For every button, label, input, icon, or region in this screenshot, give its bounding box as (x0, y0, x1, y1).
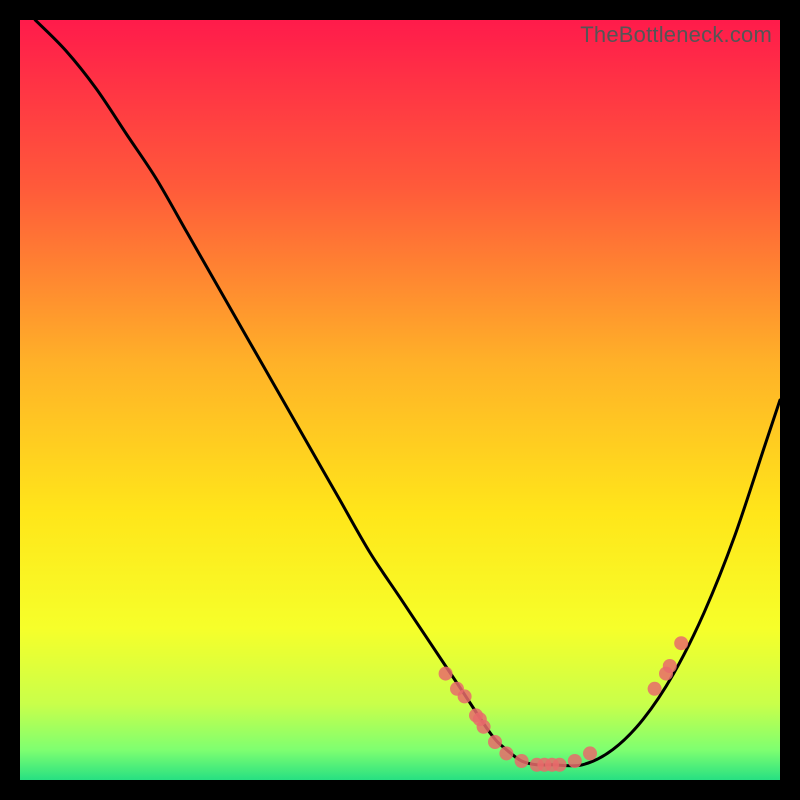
sample-point (477, 720, 491, 734)
bottleneck-chart (20, 20, 780, 780)
sample-point (458, 689, 472, 703)
sample-point (553, 758, 567, 772)
chart-frame: TheBottleneck.com (20, 20, 780, 780)
sample-point (515, 754, 529, 768)
sample-point (674, 636, 688, 650)
sample-point (648, 682, 662, 696)
sample-point (583, 746, 597, 760)
watermark-text: TheBottleneck.com (580, 22, 772, 48)
sample-point (439, 667, 453, 681)
sample-point (663, 659, 677, 673)
sample-point (499, 746, 513, 760)
sample-point (488, 735, 502, 749)
sample-point (568, 754, 582, 768)
